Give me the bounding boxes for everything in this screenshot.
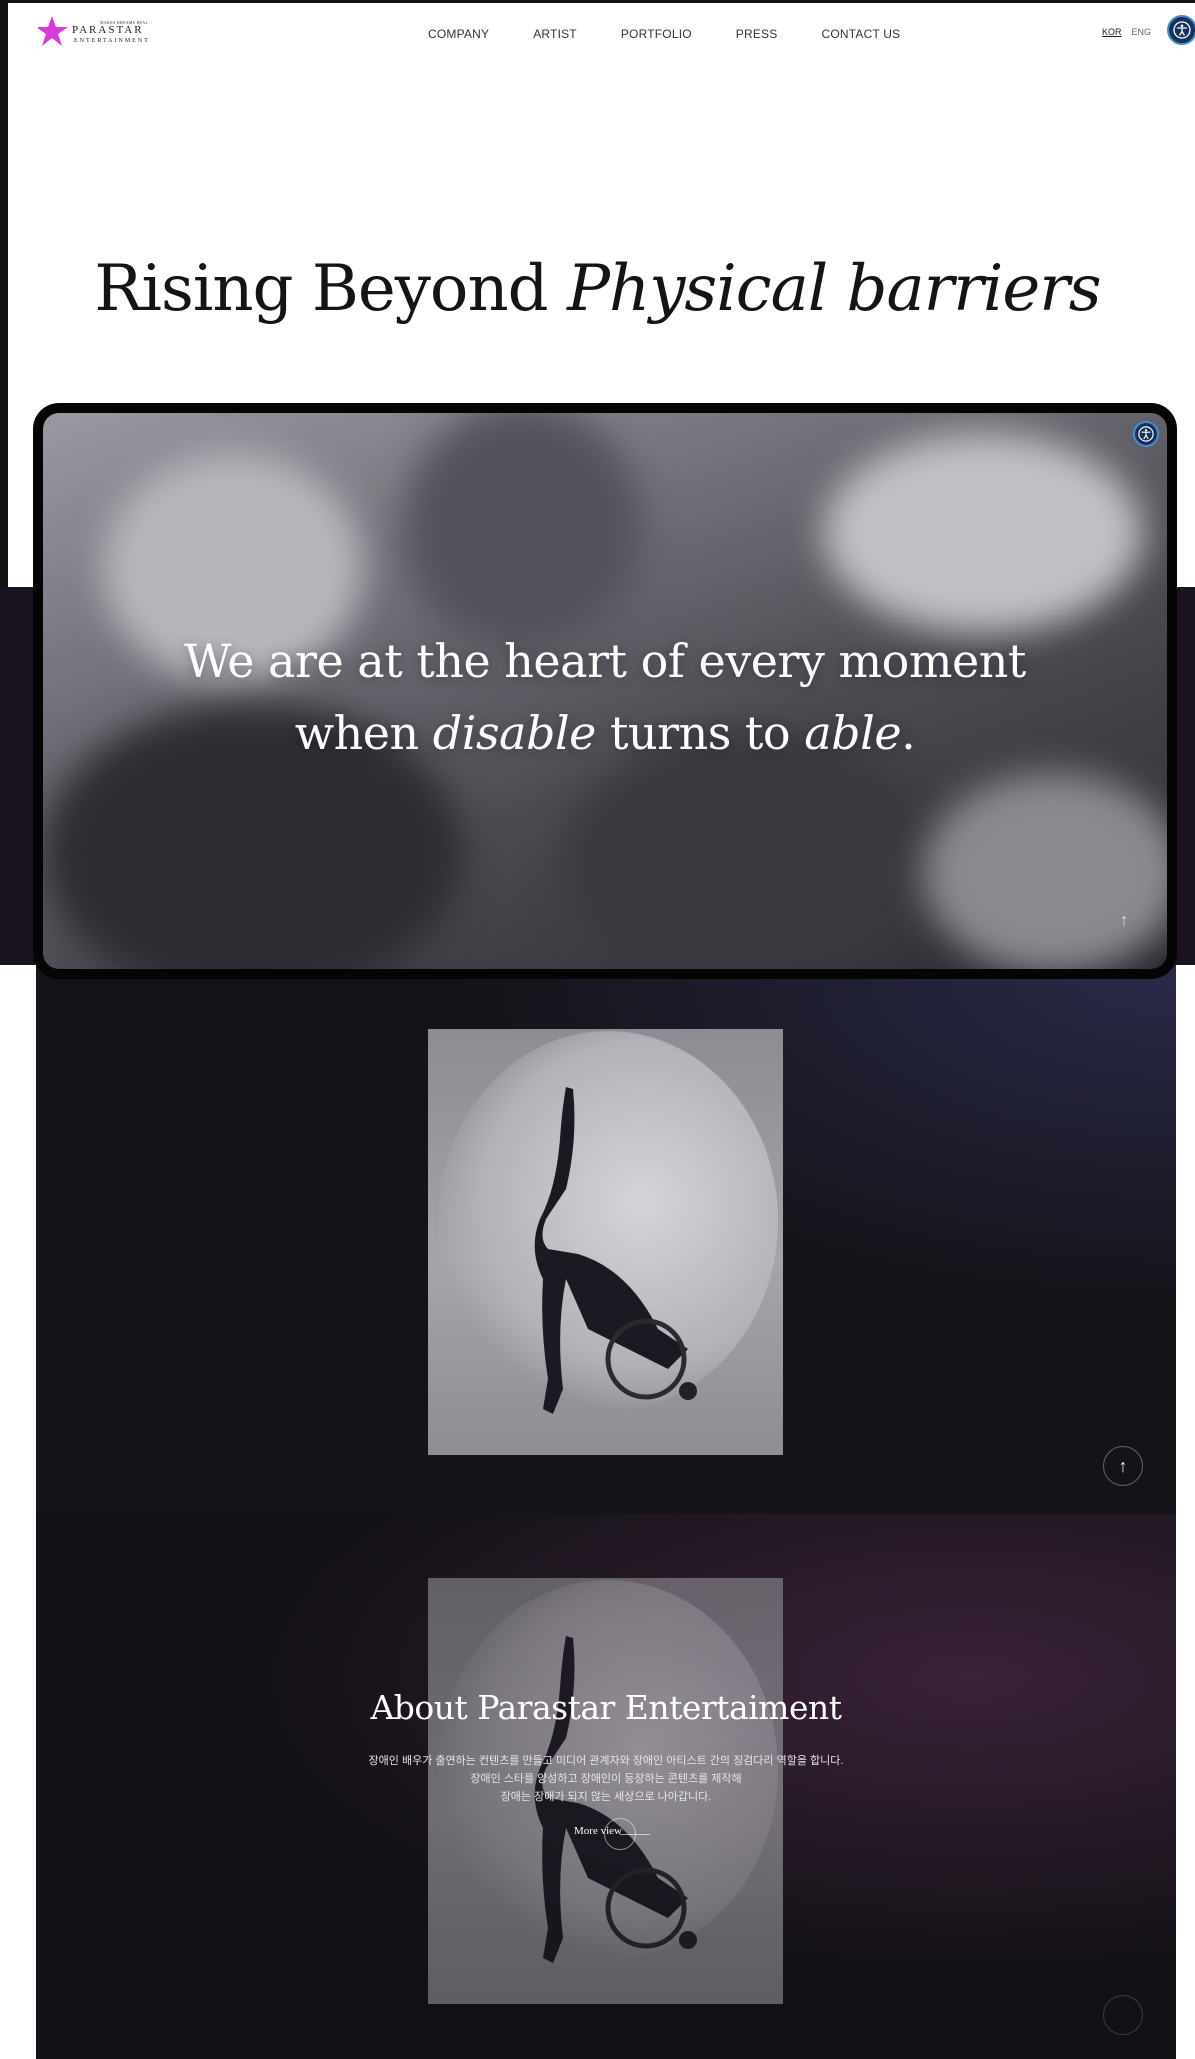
- accessibility-icon: [1173, 21, 1191, 39]
- about-title: About Parastar Entertaiment: [370, 1688, 842, 1727]
- about-desc-line-2: 장애인 스타를 양성하고 장애인이 등장하는 콘텐츠를 제작해: [470, 1773, 742, 1785]
- video-line-2: when disable turns to able.: [43, 697, 1167, 769]
- accessibility-button[interactable]: [1167, 15, 1195, 45]
- video-line2-c: turns to: [595, 706, 805, 760]
- logo[interactable]: MAKES DREAMS REAL PARASTAR ENTERTAINMENT: [38, 14, 148, 50]
- more-view-line: [620, 1834, 650, 1835]
- scroll-top-button[interactable]: ↑: [1103, 1446, 1143, 1486]
- lang-eng[interactable]: ENG: [1132, 27, 1152, 37]
- video-line2-d: able: [804, 706, 902, 760]
- more-view-link[interactable]: More view: [574, 1825, 622, 1837]
- nav-portfolio[interactable]: PORTFOLIO: [621, 27, 692, 41]
- video-accessibility-button[interactable]: [1133, 421, 1159, 447]
- arrow-up-icon: ↑: [1119, 909, 1129, 930]
- lang-kor[interactable]: KOR: [1102, 27, 1122, 37]
- video-line2-e: .: [901, 706, 916, 760]
- blur-rider-3: [823, 433, 1143, 633]
- video-line2-b: disable: [432, 706, 597, 760]
- video-headline: We are at the heart of every moment when…: [43, 625, 1167, 769]
- nav-company[interactable]: COMPANY: [428, 27, 489, 41]
- video-scroll-up-button[interactable]: ↑: [1107, 903, 1141, 937]
- hero-title-italic: Physical barriers: [566, 252, 1102, 326]
- dancer-figure: [534, 1087, 697, 1414]
- video-line2-a: when: [294, 706, 433, 760]
- main-nav: COMPANY ARTIST PORTFOLIO PRESS CONTACT U…: [428, 27, 944, 41]
- nav-artist[interactable]: ARTIST: [533, 27, 577, 41]
- site-header: MAKES DREAMS REAL PARASTAR ENTERTAINMENT…: [0, 0, 1195, 68]
- logo-sub: ENTERTAINMENT: [74, 38, 150, 44]
- scroll-top-button-faded[interactable]: [1103, 1995, 1143, 2035]
- dancer-photo: [428, 1029, 783, 1455]
- nav-press[interactable]: PRESS: [736, 27, 778, 41]
- star-logo-icon: [38, 16, 68, 46]
- about-description: 장애인 배우가 출연하는 컨텐츠를 만들고 미디어 관계자와 장애인 아티스트 …: [0, 1752, 1195, 1806]
- about-desc-line-3: 장애는 장애가 되지 않는 세상으로 나아갑니다.: [500, 1791, 712, 1803]
- logo-name: PARASTAR: [72, 24, 144, 36]
- arrow-up-icon: ↑: [1118, 1455, 1128, 1476]
- nav-contact-us[interactable]: CONTACT US: [821, 27, 900, 41]
- hero-video[interactable]: We are at the heart of every moment when…: [43, 413, 1167, 969]
- video-frame: We are at the heart of every moment when…: [33, 403, 1177, 979]
- blur-wheel-right: [923, 773, 1167, 969]
- video-line-1: We are at the heart of every moment: [184, 634, 1026, 688]
- about-desc-line-1: 장애인 배우가 출연하는 컨텐츠를 만들고 미디어 관계자와 장애인 아티스트 …: [368, 1755, 844, 1767]
- language-switch: KOR ENG: [1102, 27, 1151, 37]
- blur-rider-2: [403, 413, 643, 653]
- hero-title: Rising Beyond Physical barriers: [0, 252, 1195, 326]
- accessibility-icon: [1138, 426, 1154, 442]
- hero-title-plain: Rising Beyond: [94, 252, 567, 326]
